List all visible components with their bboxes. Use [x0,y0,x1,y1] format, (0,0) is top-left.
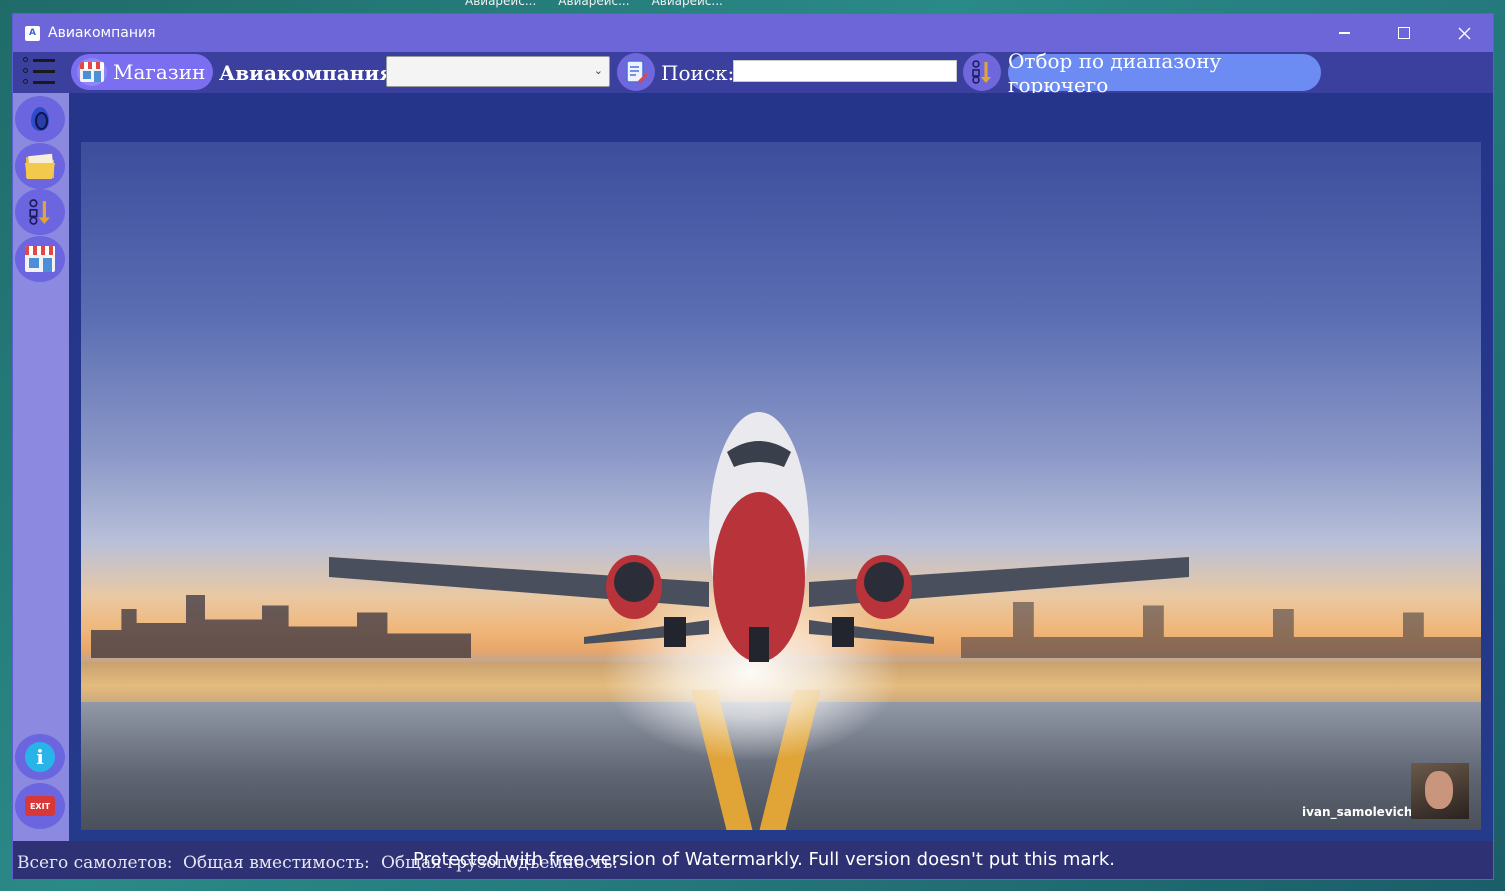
menu-line [33,81,55,84]
info-icon: i [25,742,55,772]
status-bar: Всего самолетов: Общая вместимость: Обща… [13,841,1493,879]
total-planes-label: Всего самолетов: [17,853,173,873]
sidebar-item-exit[interactable]: EXIT [15,783,65,829]
shop-button[interactable]: Магазин [71,54,213,90]
title-bar[interactable]: A Авиакомпания [13,14,1493,52]
sidebar-item-sort[interactable] [15,189,65,235]
menu-line [33,59,55,62]
sidebar-item-info[interactable]: i [15,734,65,780]
window-title: Авиакомпания [48,25,156,41]
sidebar-item-fuel[interactable] [15,96,65,142]
avatar [1411,763,1469,819]
menu-button[interactable] [21,56,55,88]
exit-icon: EXIT [25,796,55,816]
menu-dot [23,79,28,84]
main-content: ivan_samolevich [69,93,1493,841]
maximize-icon [1398,27,1410,39]
minimize-button[interactable] [1315,14,1373,52]
sidebar-item-folder[interactable] [15,143,65,189]
menu-line [33,70,55,73]
folder-icon [25,153,55,179]
chevron-down-icon: ⌄ [593,64,603,77]
menu-dot [23,68,28,73]
photo-credit: ivan_samolevich [1302,805,1413,819]
sort-filter-icon [972,60,991,84]
total-capacity-label: Общая вместимость: [183,853,370,873]
shop-button-label: Магазин [113,60,206,84]
app-window: A Авиакомпания Магазин Авиакомпания: ⌄ П… [12,13,1494,880]
sidebar: i EXIT [13,93,69,841]
taskbar-tab[interactable]: Авиарейс... [558,0,629,8]
store-icon [77,58,107,86]
taskbar-tab[interactable]: Авиарейс... [465,0,536,8]
list-icon [23,57,28,62]
app-icon: A [25,25,40,41]
airline-label: Авиакомпания: [219,61,402,85]
store-icon [25,246,55,272]
airplane-background-image: ivan_samolevich [81,142,1481,830]
sort-filter-icon [29,199,50,225]
search-input[interactable] [733,60,957,82]
sidebar-item-store[interactable] [15,236,65,282]
desktop-taskbar-tabs: Авиарейс... Авиарейс... Авиарейс... [465,0,723,8]
maximize-button[interactable] [1375,14,1433,52]
watermark-text: Protected with free version of Watermark… [413,849,1115,870]
document-edit-icon [626,60,648,83]
taskbar-tab[interactable]: Авиарейс... [652,0,723,8]
fuel-range-filter-button[interactable]: Отбор по диапазону горючего [1008,49,1321,97]
airline-select[interactable]: ⌄ [386,56,610,87]
sort-button[interactable] [963,53,1001,91]
airplane-graphic [329,412,1189,662]
close-button[interactable] [1435,14,1493,52]
minimize-icon [1338,32,1350,34]
close-icon [1458,27,1470,39]
search-label: Поиск: [661,61,735,85]
fuel-drop-icon [31,107,49,131]
report-button[interactable] [617,53,655,91]
